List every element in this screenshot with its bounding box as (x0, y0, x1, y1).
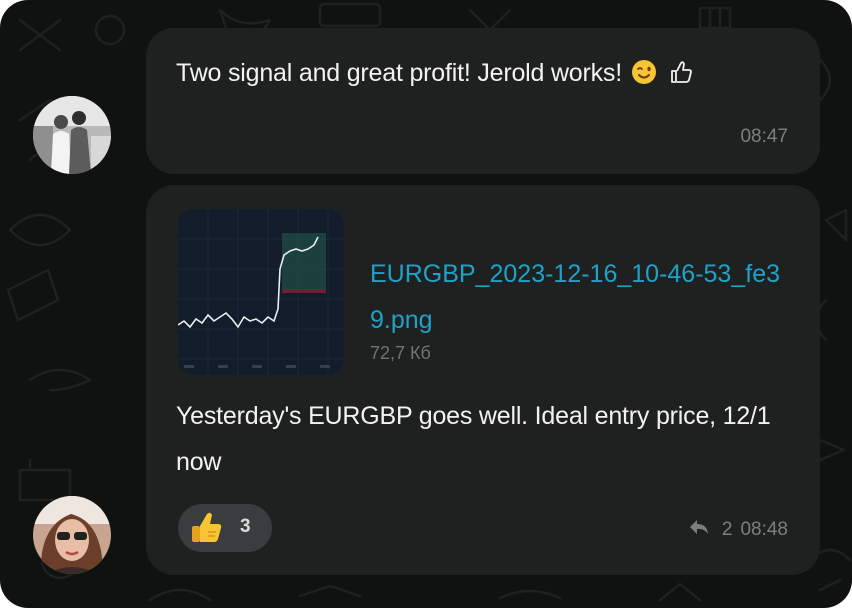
message-time: 08:48 (740, 519, 788, 540)
attachment-file-name[interactable]: EURGBP_2023-12-16_10-46-53_fe39.png (370, 251, 800, 343)
sender-avatar[interactable] (33, 96, 111, 174)
reaction-pill[interactable]: 3 (178, 504, 272, 552)
reply-arrow-icon[interactable] (688, 518, 710, 542)
thumbs-up-icon (188, 510, 224, 551)
chat-window: Two signal and great profit! Jerold work… (0, 0, 852, 608)
message-text: Yesterday's EURGBP goes well. Ideal entr… (176, 402, 771, 476)
message-time: 08:47 (740, 126, 788, 147)
reply-count: 2 (721, 519, 733, 540)
thumbs-up-outline-icon (669, 54, 693, 100)
avatar-photo-woman (33, 496, 111, 574)
image-attachment-thumbnail[interactable] (178, 209, 344, 375)
attachment-file-size: 72,7 Кб (370, 343, 431, 363)
message-meta: 2 08:48 (688, 518, 788, 542)
winking-face-icon (631, 54, 657, 100)
message-bubble[interactable]: EURGBP_2023-12-16_10-46-53_fe39.png 72,7… (146, 185, 820, 575)
avatar-photo-group (33, 96, 111, 174)
message-bubble[interactable]: Two signal and great profit! Jerold work… (146, 28, 820, 174)
chart-screenshot-preview (178, 209, 344, 375)
sender-avatar[interactable] (33, 496, 111, 574)
message-text: Two signal and great profit! Jerold work… (176, 59, 622, 87)
reaction-count: 3 (240, 516, 251, 537)
message-text-row: Two signal and great profit! Jerold work… (176, 50, 693, 100)
